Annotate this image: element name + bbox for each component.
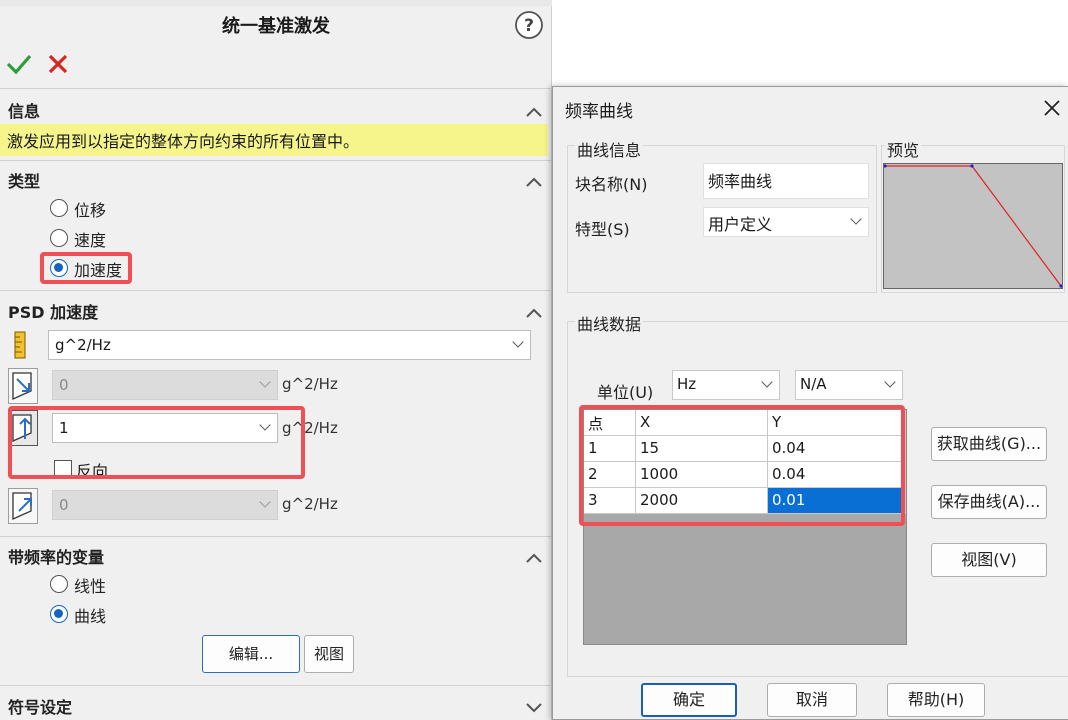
freq-var-section-title: 带频率的变量 <box>8 548 105 567</box>
highlight-box <box>40 252 132 284</box>
y-unit-value: N/A <box>800 375 827 393</box>
type-label: 特型(S) <box>575 220 630 239</box>
chevron-down-icon <box>259 496 271 508</box>
highlight-box <box>579 405 905 526</box>
preview-title: 预览 <box>885 137 922 161</box>
view-button[interactable]: 视图 <box>304 635 354 673</box>
ok-check-icon[interactable] <box>6 52 32 76</box>
preview-chart <box>883 163 1063 289</box>
chevron-down-icon[interactable] <box>526 698 542 713</box>
highlight-box <box>8 406 305 479</box>
chevron-up-icon[interactable] <box>526 303 542 318</box>
chevron-up-icon[interactable] <box>526 102 542 117</box>
divider <box>0 685 552 686</box>
svg-text:?: ? <box>524 16 534 36</box>
chevron-up-icon[interactable] <box>526 548 542 563</box>
panel-title: 统一基准激发 <box>222 16 330 37</box>
chevron-up-icon[interactable] <box>526 172 542 187</box>
help-icon[interactable]: ? <box>514 10 544 40</box>
close-icon[interactable] <box>1041 97 1063 119</box>
direction1-button[interactable] <box>8 368 38 404</box>
help-button[interactable]: 帮助(H) <box>887 683 985 717</box>
cancel-button[interactable]: 取消 <box>767 683 857 717</box>
frequency-curve-dialog: 频率曲线 曲线信息 块名称(N) 频率曲线 特型(S) 用户定义 预览 曲线数据… <box>552 86 1068 720</box>
chevron-down-icon <box>259 376 271 388</box>
x-unit-value: Hz <box>677 375 697 393</box>
get-curve-button[interactable]: 获取曲线(G)... <box>931 427 1047 461</box>
radio-linear-label: 线性 <box>74 577 107 596</box>
psd-direction3-input[interactable]: 0 <box>52 490 278 520</box>
property-manager-panel: 统一基准激发 ? 信息 激发应用到以指定的整体方向约束的所有位置中。 类型 位移… <box>0 0 552 720</box>
radio-velocity-label: 速度 <box>74 231 107 250</box>
radio-displacement-label: 位移 <box>74 201 107 220</box>
divider <box>0 88 552 89</box>
info-section-title: 信息 <box>8 102 41 121</box>
psd-direction3-unit: g^2/Hz <box>282 495 338 513</box>
divider <box>0 160 552 161</box>
y-unit-select[interactable]: N/A <box>795 370 903 400</box>
block-name-label: 块名称(N) <box>575 175 648 194</box>
info-message: 激发应用到以指定的整体方向约束的所有位置中。 <box>0 124 548 156</box>
x-unit-select[interactable]: Hz <box>672 370 780 400</box>
ruler-icon <box>12 331 28 359</box>
edit-button[interactable]: 编辑... <box>202 635 300 673</box>
psd-direction1-input[interactable]: 0 <box>52 370 278 400</box>
direction3-button[interactable] <box>8 488 38 524</box>
radio-curve-label: 曲线 <box>74 607 107 626</box>
psd-unit-value: g^2/Hz <box>55 336 111 354</box>
radio-displacement[interactable] <box>50 199 68 217</box>
view-curve-button[interactable]: 视图(V) <box>931 543 1047 577</box>
symbol-section-title: 符号设定 <box>8 698 73 717</box>
ok-button[interactable]: 确定 <box>641 683 737 717</box>
radio-linear[interactable] <box>50 575 68 593</box>
dialog-title: 频率曲线 <box>565 102 633 122</box>
type-select[interactable]: 用户定义 <box>703 207 869 237</box>
radio-curve[interactable] <box>50 605 68 623</box>
cancel-x-icon[interactable] <box>46 52 70 76</box>
psd-section-title: PSD 加速度 <box>8 303 99 322</box>
chevron-down-icon <box>761 376 773 388</box>
type-section-title: 类型 <box>8 172 41 191</box>
block-name-input[interactable]: 频率曲线 <box>703 163 869 199</box>
save-curve-button[interactable]: 保存曲线(A)... <box>931 485 1047 519</box>
divider <box>0 290 552 291</box>
divider <box>0 536 552 537</box>
curve-data-title: 曲线数据 <box>575 311 644 335</box>
psd-direction1-unit: g^2/Hz <box>282 375 338 393</box>
panel-tab-strip <box>0 0 552 6</box>
chevron-down-icon <box>512 336 524 348</box>
type-select-value: 用户定义 <box>708 215 773 234</box>
curve-info-title: 曲线信息 <box>575 137 644 161</box>
psd-unit-select[interactable]: g^2/Hz <box>48 330 531 360</box>
radio-velocity[interactable] <box>50 229 68 247</box>
chevron-down-icon <box>850 213 862 225</box>
psd-direction1-value: 0 <box>59 376 69 394</box>
chevron-down-icon <box>884 376 896 388</box>
unit-label: 单位(U) <box>597 383 654 402</box>
psd-direction3-value: 0 <box>59 496 69 514</box>
